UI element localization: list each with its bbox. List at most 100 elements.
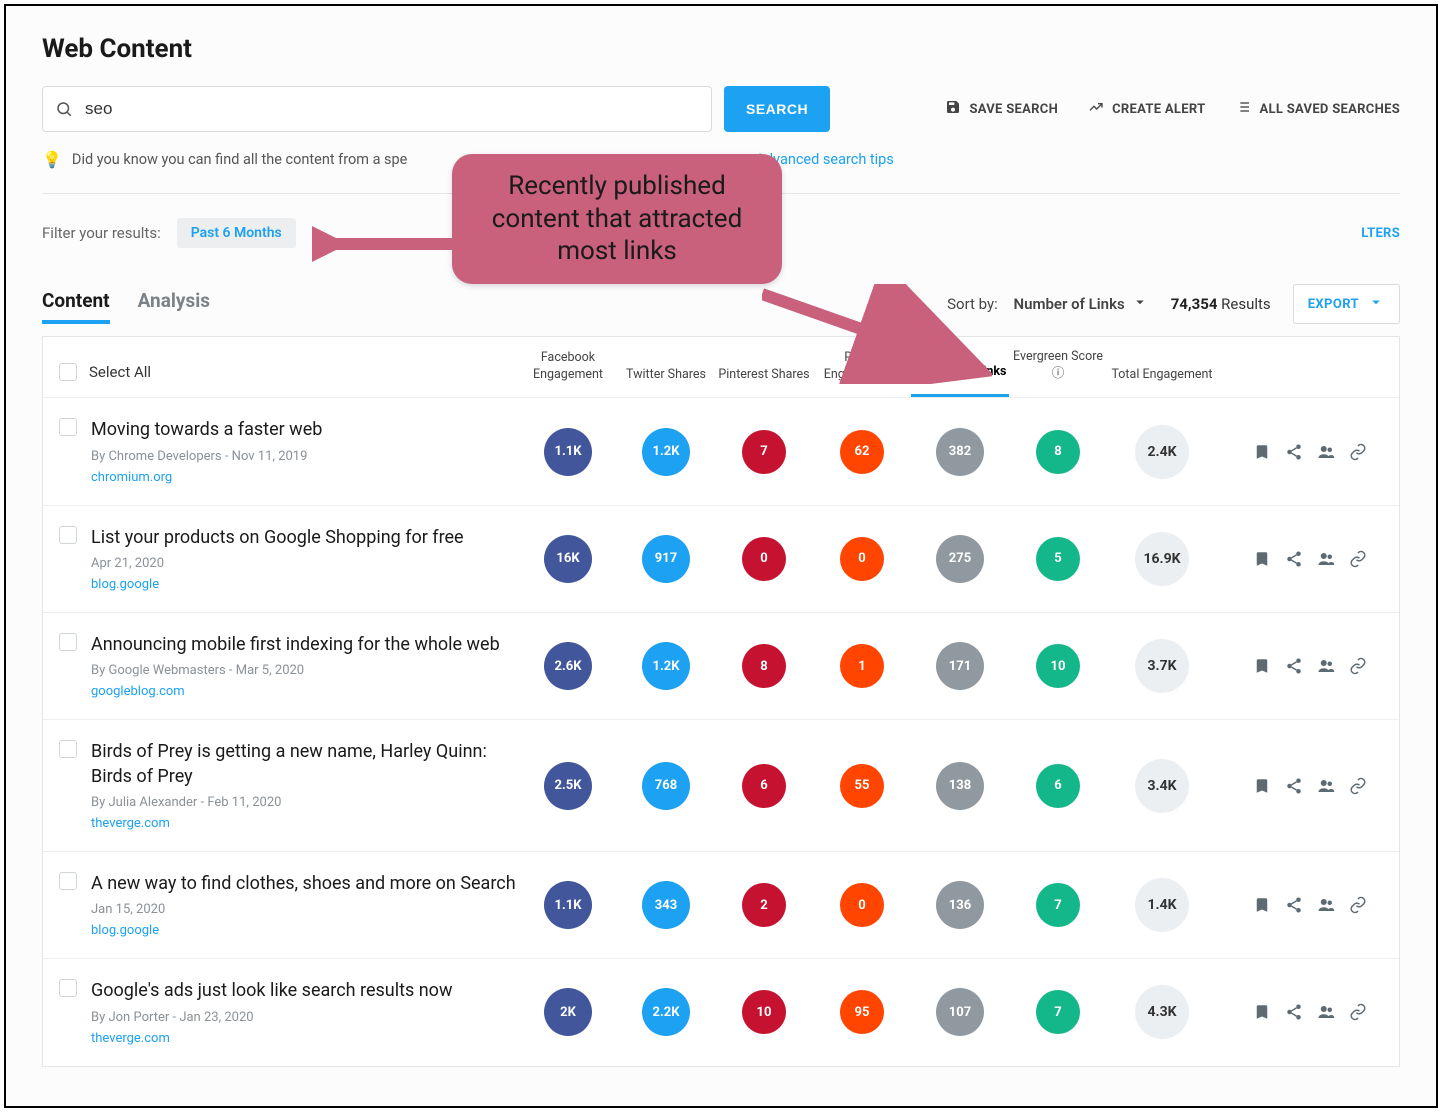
row-actions [1217,657,1367,675]
result-byline: By Julia Alexander - Feb 11, 2020 [91,795,519,810]
link-icon[interactable] [1349,896,1367,914]
col-header-evergreen[interactable]: Evergreen Score ⓘ [1009,349,1107,397]
row-checkbox[interactable] [59,740,77,758]
metric-twitter: 768 [642,762,690,810]
result-title[interactable]: Moving towards a faster web [91,418,519,442]
trend-up-icon [1088,99,1104,119]
result-title[interactable]: Birds of Prey is getting a new name, Har… [91,740,519,789]
tab-content[interactable]: Content [42,289,110,324]
metric-facebook: 16K [544,535,592,583]
row-checkbox[interactable] [59,526,77,544]
result-title[interactable]: Google's ads just look like search resul… [91,979,519,1003]
col-header-facebook[interactable]: Facebook Engagement [519,350,617,398]
row-checkbox[interactable] [59,633,77,651]
people-icon[interactable] [1317,443,1335,461]
row-checkbox[interactable] [59,418,77,436]
col-header-pinterest[interactable]: Pinterest Shares [715,367,813,398]
result-title[interactable]: List your products on Google Shopping fo… [91,526,519,550]
sort-value: Number of Links [1013,295,1124,313]
bookmark-icon[interactable] [1253,443,1271,461]
people-icon[interactable] [1317,1003,1335,1021]
metric-total: 3.7K [1135,639,1189,693]
metric-twitter: 917 [642,535,690,583]
link-icon[interactable] [1349,657,1367,675]
share-icon[interactable] [1285,777,1303,795]
metric-evergreen: 7 [1036,990,1080,1034]
metric-links: 275 [936,535,984,583]
bookmark-icon[interactable] [1253,777,1271,795]
col-header-links[interactable]: Number of Links [911,364,1009,398]
result-domain[interactable]: chromium.org [91,470,172,485]
result-domain[interactable]: blog.google [91,577,159,592]
search-box[interactable] [42,86,712,132]
share-icon[interactable] [1285,1003,1303,1021]
row-checkbox[interactable] [59,872,77,890]
metric-links: 171 [936,642,984,690]
people-icon[interactable] [1317,896,1335,914]
people-icon[interactable] [1317,657,1335,675]
row-actions [1217,896,1367,914]
all-saved-searches-button[interactable]: ALL SAVED SEARCHES [1235,99,1400,119]
metric-twitter: 1.2K [642,428,690,476]
result-byline: By Google Webmasters - Mar 5, 2020 [91,663,519,678]
table-row: A new way to find clothes, shoes and mor… [43,851,1399,958]
metric-pinterest: 2 [742,883,786,927]
bookmark-icon[interactable] [1253,1003,1271,1021]
result-domain[interactable]: blog.google [91,923,159,938]
filter-label: Filter your results: [42,224,161,242]
create-alert-label: CREATE ALERT [1112,102,1205,117]
create-alert-button[interactable]: CREATE ALERT [1088,99,1205,119]
result-byline: Jan 15, 2020 [91,902,519,917]
bookmark-icon[interactable] [1253,550,1271,568]
link-icon[interactable] [1349,1003,1367,1021]
link-icon[interactable] [1349,550,1367,568]
metric-evergreen: 5 [1036,537,1080,581]
search-icon [43,100,85,118]
metric-facebook: 1.1K [544,428,592,476]
col-header-reddit[interactable]: Reddit Engagements [813,350,911,398]
share-icon[interactable] [1285,550,1303,568]
tab-analysis[interactable]: Analysis [138,289,210,324]
export-button[interactable]: EXPORT [1293,284,1400,324]
list-icon [1235,99,1251,119]
people-icon[interactable] [1317,550,1335,568]
filters-link[interactable]: LTERS [1361,226,1400,241]
table-row: Birds of Prey is getting a new name, Har… [43,719,1399,851]
metric-links: 136 [936,881,984,929]
search-input[interactable] [85,99,711,119]
result-domain[interactable]: theverge.com [91,1031,170,1046]
col-header-twitter[interactable]: Twitter Shares [617,367,715,398]
bookmark-icon[interactable] [1253,896,1271,914]
result-domain[interactable]: theverge.com [91,816,170,831]
table-row: List your products on Google Shopping fo… [43,505,1399,612]
chevron-down-icon [1131,293,1149,315]
share-icon[interactable] [1285,896,1303,914]
link-icon[interactable] [1349,443,1367,461]
search-button[interactable]: SEARCH [724,86,830,132]
result-byline: By Chrome Developers - Nov 11, 2019 [91,449,519,464]
all-saved-label: ALL SAVED SEARCHES [1259,102,1400,117]
sort-label: Sort by: [947,295,998,313]
metric-reddit: 55 [840,764,884,808]
advanced-search-tips-link[interactable]: Advanced search tips [755,151,893,168]
metric-reddit: 62 [840,430,884,474]
result-title[interactable]: A new way to find clothes, shoes and mor… [91,872,519,896]
col-header-total[interactable]: Total Engagement [1107,367,1217,398]
table-row: Moving towards a faster web By Chrome De… [43,397,1399,504]
filter-chip-label: Past 6 Months [191,225,282,241]
bookmark-icon[interactable] [1253,657,1271,675]
filter-chip-date[interactable]: Past 6 Months [177,218,296,248]
people-icon[interactable] [1317,777,1335,795]
save-icon [945,99,961,119]
row-checkbox[interactable] [59,979,77,997]
result-title[interactable]: Announcing mobile first indexing for the… [91,633,519,657]
link-icon[interactable] [1349,777,1367,795]
share-icon[interactable] [1285,657,1303,675]
share-icon[interactable] [1285,443,1303,461]
metric-total: 4.3K [1135,985,1189,1039]
result-byline: By Jon Porter - Jan 23, 2020 [91,1010,519,1025]
sort-dropdown[interactable]: Sort by: Number of Links [947,293,1149,315]
result-domain[interactable]: googleblog.com [91,684,185,699]
save-search-button[interactable]: SAVE SEARCH [945,99,1058,119]
select-all-checkbox[interactable] [59,363,77,381]
